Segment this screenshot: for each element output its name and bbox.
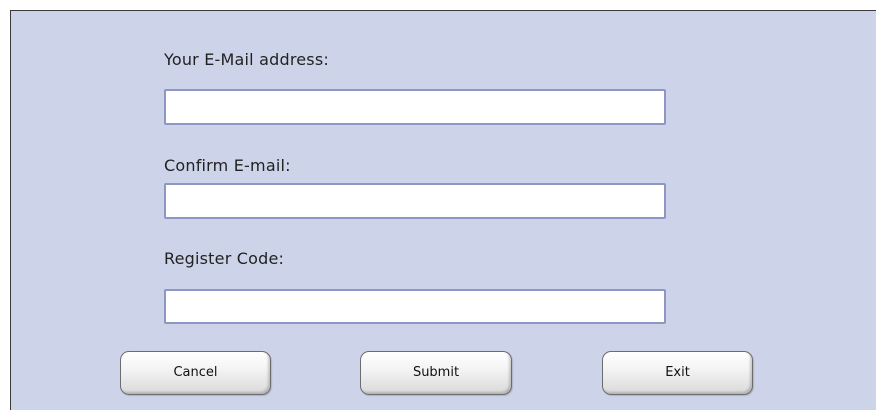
register-code-field[interactable]: [164, 289, 666, 324]
submit-button[interactable]: Submit: [360, 351, 512, 395]
register-code-label: Register Code:: [164, 249, 285, 268]
confirm-email-label: Confirm E-mail:: [164, 156, 291, 175]
exit-button[interactable]: Exit: [602, 351, 753, 395]
registration-panel: Your E-Mail address: Confirm E-mail: Reg…: [10, 10, 876, 410]
confirm-email-field[interactable]: [164, 183, 666, 219]
email-label: Your E-Mail address:: [164, 50, 329, 69]
cancel-button[interactable]: Cancel: [120, 351, 271, 395]
email-field[interactable]: [164, 89, 666, 125]
